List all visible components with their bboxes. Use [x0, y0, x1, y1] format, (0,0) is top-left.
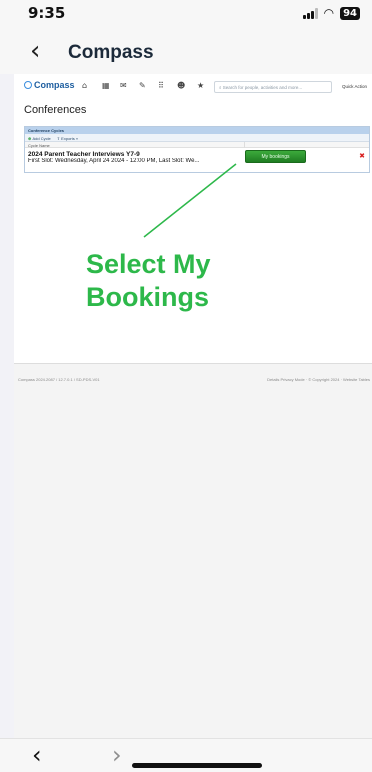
footer-links[interactable]: Details Privacy Mode · © Copyright 2024 … — [267, 377, 370, 382]
callout-line-segment — [143, 163, 237, 238]
chevron-left-icon[interactable]: ‹ — [30, 38, 40, 64]
status-icons: ◠ 94 — [302, 6, 360, 20]
callout-arrow-line — [143, 163, 237, 238]
home-indicator — [132, 763, 262, 768]
status-time: 9:35 — [28, 4, 66, 22]
back-button[interactable]: ‹ — [32, 741, 42, 769]
signal-icon — [302, 7, 318, 19]
footer-version: Compass 2024.2087 / 12.7.0.1 / SD-PDS-V0… — [18, 377, 100, 382]
battery-icon: 94 — [340, 6, 360, 20]
forward-button[interactable]: › — [112, 741, 122, 769]
web-view: Compass ⌂ ▦ ✉ ✎ ⠿ ☻ ★ ⌕ Search for peopl… — [14, 74, 372, 738]
wifi-icon: ◠ — [323, 6, 335, 20]
nav-title: Compass — [68, 42, 154, 63]
app-nav-bar: ‹ Compass — [0, 32, 372, 74]
callout-text: Select My Bookings — [86, 249, 211, 312]
bottom-toolbar: ‹ › — [0, 738, 372, 772]
page-content: Compass ⌂ ▦ ✉ ✎ ⠿ ☻ ★ ⌕ Search for peopl… — [14, 74, 372, 364]
status-bar: 9:35 ◠ 94 — [0, 0, 372, 32]
